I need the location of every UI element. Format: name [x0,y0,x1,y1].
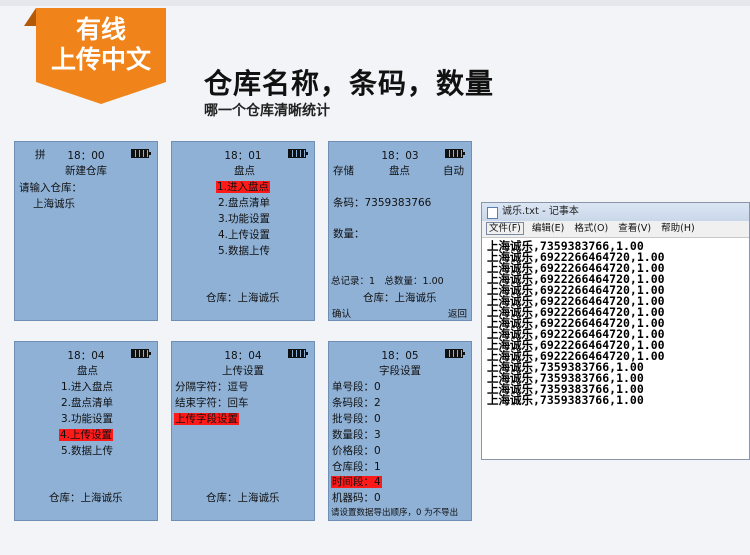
battery-icon [445,149,465,158]
terminator-setting[interactable]: 结束字符：回车 [175,395,249,410]
badge-tail [36,82,166,104]
menu-file[interactable]: 文件(F) [486,222,524,235]
badge-fold [24,8,36,26]
badge-line-2: 上传中文 [50,45,151,74]
menu-item[interactable]: 5.数据上传 [218,243,270,258]
separator-setting[interactable]: 分隔字符：逗号 [175,379,249,394]
confirm-softkey[interactable]: 确认 [332,306,351,320]
warehouse-prompt: 请输入仓库： [19,182,82,194]
screen-title: 盘点 [77,365,98,377]
battery-icon [445,349,465,358]
device-screen-field-settings: 18：05 字段设置 单号段：0 条码段：2 批号段：0 数量段：3 价格段：0… [328,341,472,521]
notepad-title-bar[interactable]: 诚乐.txt - 记事本 [482,203,749,221]
field-barcode[interactable]: 条码段：2 [332,395,381,410]
battery-icon [131,349,151,358]
page-title: 仓库名称，条码，数量 [204,67,495,100]
field-order-number[interactable]: 单号段：0 [332,379,381,394]
screen-title: 新建仓库 [65,165,107,177]
menu-help[interactable]: 帮助(H) [659,223,697,234]
screen-title: 盘点 [234,165,255,177]
warehouse-input[interactable]: 上海诚乐 [33,196,75,211]
field-price[interactable]: 价格段：0 [332,443,381,458]
barcode-field[interactable]: 条码：7359383766 [333,195,431,210]
warehouse-footer: 仓库：上海诚乐 [206,292,280,304]
promo-badge: 有线 上传中文 [36,8,166,82]
field-machine-code[interactable]: 机器码：0 [332,490,381,505]
menu-item[interactable]: 4.上传设置 [218,227,270,242]
mode-storage: 存储 [333,165,354,177]
menu-item[interactable]: 3.功能设置 [61,411,113,426]
device-screen-inventory-menu: 18：01 盘点 1.进入盘点 2.盘点清单 3.功能设置 4.上传设置 5.数… [171,141,315,321]
menu-view[interactable]: 查看(V) [616,223,653,234]
device-screen-inventory-menu-upload: 18：04 盘点 1.进入盘点 2.盘点清单 3.功能设置 4.上传设置 5.数… [14,341,158,521]
warehouse-footer: 仓库：上海诚乐 [206,492,280,504]
mode-auto: 自动 [443,165,464,177]
badge-line-1: 有线 [75,15,126,44]
device-screen-upload-settings: 18：04 上传设置 分隔字符：逗号 结束字符：回车 上传字段设置 仓库：上海诚… [171,341,315,521]
screen-title: 盘点 [389,165,410,177]
menu-item[interactable]: 1.进入盘点 [61,379,113,394]
text-editor-area[interactable]: 上海诚乐,7359383766,1.00 上海诚乐,6922266464720,… [487,240,745,455]
screen-title: 上传设置 [222,365,264,377]
field-warehouse[interactable]: 仓库段：1 [332,459,381,474]
back-softkey[interactable]: 返回 [448,306,467,320]
field-quantity[interactable]: 数量段：3 [332,427,381,442]
menu-item[interactable]: 5.数据上传 [61,443,113,458]
menu-edit[interactable]: 编辑(E) [530,223,566,234]
totals-readout: 总记录：1 总数量：1.00 [331,276,444,287]
device-screen-scan: 18：03 存储 盘点 自动 条码：7359383766 数量： 总记录：1 总… [328,141,472,321]
page-subtitle: 哪一个仓库清晰统计 [204,103,330,119]
text-line: 上海诚乐,7359383766,1.00 [487,393,644,407]
field-order-hint: 请设置数据导出顺序，0 为不导出 [331,508,459,518]
field-settings-item-selected[interactable]: 上传字段设置 [174,413,239,425]
field-batch[interactable]: 批号段：0 [332,411,381,426]
screen-title: 字段设置 [379,365,421,377]
top-strip [0,0,750,6]
menu-format[interactable]: 格式(O) [572,223,610,234]
menu-item[interactable]: 3.功能设置 [218,211,270,226]
field-time-selected[interactable]: 时间段：4 [331,476,382,488]
menu-item-selected[interactable]: 1.进入盘点 [216,181,271,193]
notepad-icon [487,207,498,219]
warehouse-footer: 仓库：上海诚乐 [49,492,123,504]
quantity-field[interactable]: 数量： [333,226,365,241]
menu-item-selected[interactable]: 4.上传设置 [59,429,114,441]
battery-icon [131,149,151,158]
menu-item[interactable]: 2.盘点清单 [218,195,270,210]
window-title: 诚乐.txt - 记事本 [502,206,579,217]
device-screen-new-warehouse: 拼 18：00 新建仓库 请输入仓库： 上海诚乐 [14,141,158,321]
menu-bar: 文件(F) 编辑(E) 格式(O) 查看(V) 帮助(H) [482,221,749,238]
battery-icon [288,149,308,158]
warehouse-footer: 仓库：上海诚乐 [363,292,437,304]
notepad-window: 诚乐.txt - 记事本 文件(F) 编辑(E) 格式(O) 查看(V) 帮助(H) 上… [481,202,750,460]
battery-icon [288,349,308,358]
menu-item[interactable]: 2.盘点清单 [61,395,113,410]
